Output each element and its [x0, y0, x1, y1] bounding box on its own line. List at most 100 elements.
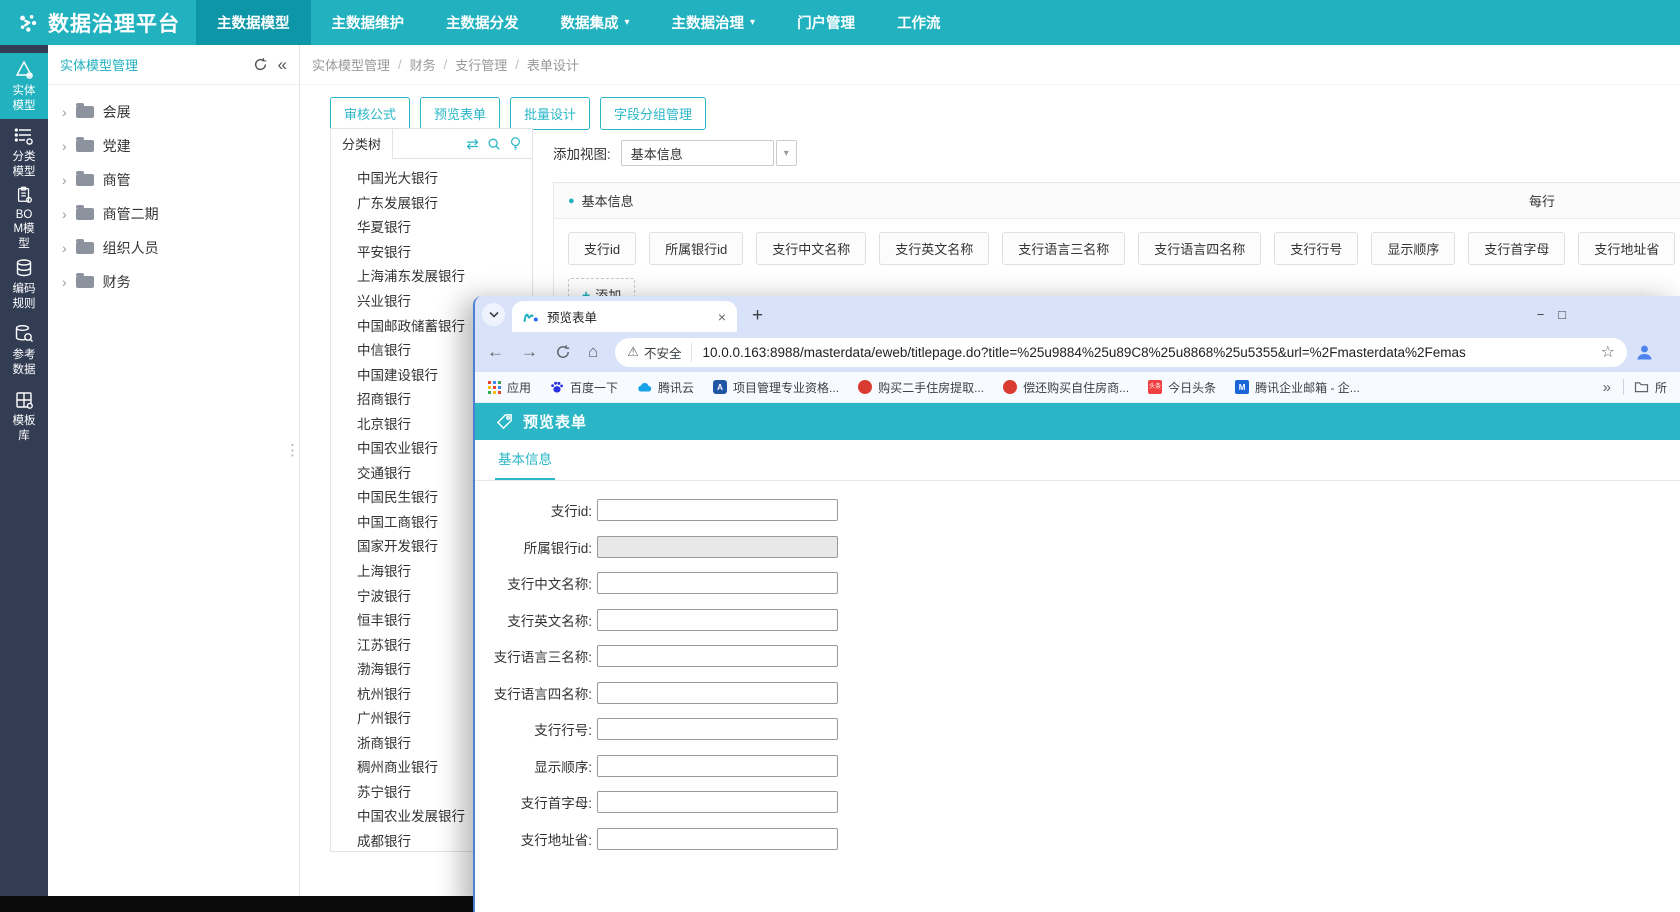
bank-list-item[interactable]: 广东发展银行 — [331, 190, 532, 215]
bookmark-tencent-exmail[interactable]: M 腾讯企业邮箱 - 企... — [1235, 379, 1360, 396]
chevron-right-icon[interactable]: › — [62, 241, 67, 255]
reload-icon[interactable] — [555, 344, 571, 360]
sidebar-item-template-library[interactable]: 模板库 — [0, 383, 48, 449]
sidebar-item-classification-model[interactable]: 分类模型 — [0, 119, 48, 185]
sidebar-item-reference-data[interactable]: 参考数据 — [0, 317, 48, 383]
tree-folder-item[interactable]: › 商管 — [48, 163, 299, 197]
bookmark-toutiao[interactable]: 头条 今日头条 — [1148, 379, 1216, 396]
swap-icon[interactable]: ⇄ — [466, 135, 479, 153]
breadcrumb-item[interactable]: 支行管理 — [455, 55, 507, 74]
bank-list-item[interactable]: 平安银行 — [331, 239, 532, 264]
breadcrumb: 实体模型管理 / 财务 / 支行管理 / 表单设计 / — [300, 45, 1680, 85]
chevron-right-icon[interactable]: › — [62, 139, 67, 153]
sidebar-item-encoding-rules[interactable]: 编码规则 — [0, 251, 48, 317]
field-chip[interactable]: 支行行号 — [1274, 232, 1358, 265]
bookmark-pm-certificate[interactable]: A 项目管理专业资格... — [713, 379, 839, 396]
tab-close-icon[interactable]: × — [718, 309, 726, 325]
tree-folder-item[interactable]: › 组织人员 — [48, 231, 299, 265]
lightbulb-icon[interactable] — [509, 136, 522, 151]
chevron-right-icon[interactable]: › — [62, 275, 67, 289]
field-chip[interactable]: 所属银行id — [649, 232, 743, 265]
chevron-right-icon[interactable]: › — [62, 207, 67, 221]
bank-list-item[interactable]: 华夏银行 — [331, 214, 532, 239]
tencent-cloud-icon — [637, 381, 652, 393]
sidebar-item-bom-model[interactable]: BOM模型 — [0, 185, 48, 251]
form-field-input[interactable] — [597, 572, 838, 594]
bookmark-apps[interactable]: 应用 — [488, 379, 531, 396]
nav-item-master-data-governance[interactable]: 主数据治理▾ — [651, 0, 777, 45]
toolbar-button[interactable]: 字段分组管理 — [600, 97, 706, 130]
back-icon[interactable]: ← — [487, 342, 504, 362]
new-tab-button[interactable]: + — [752, 306, 763, 325]
browser-tab-strip: 预览表单 × + − □ — [475, 296, 1680, 332]
field-chip[interactable]: 显示顺序 — [1371, 232, 1455, 265]
toolbar-button[interactable]: 审核公式 — [330, 97, 410, 130]
view-select[interactable]: 基本信息 ▾ — [621, 140, 797, 166]
browser-tab[interactable]: 预览表单 × — [512, 301, 737, 332]
bank-list-item[interactable]: 上海浦东发展银行 — [331, 263, 532, 288]
bookmark-star-icon[interactable]: ☆ — [1601, 342, 1615, 362]
nav-item-portal-management[interactable]: 门户管理 — [776, 0, 876, 45]
bookmark-housing-fund-1[interactable]: 购买二手住房提取... — [858, 379, 984, 396]
form-field-input[interactable] — [597, 718, 838, 740]
breadcrumb-item[interactable]: 实体模型管理 — [312, 55, 390, 74]
nav-item-workflow[interactable]: 工作流 — [876, 0, 962, 45]
form-field-input[interactable] — [597, 791, 838, 813]
address-bar[interactable]: ⚠ 不安全 10.0.0.163:8988/masterdata/eweb/ti… — [615, 338, 1627, 367]
tree-folder-label: 组织人员 — [103, 238, 159, 258]
chevron-right-icon[interactable]: › — [62, 105, 67, 119]
tree-folder-item[interactable]: › 党建 — [48, 129, 299, 163]
nav-item-master-data-maintenance[interactable]: 主数据维护 — [311, 0, 426, 45]
nav-item-master-data-distribution[interactable]: 主数据分发 — [425, 0, 540, 45]
bookmark-baidu[interactable]: 百度一下 — [550, 379, 618, 396]
chevron-down-icon — [489, 311, 499, 318]
field-chip[interactable]: 支行语言四名称 — [1138, 232, 1261, 265]
toolbar-button[interactable]: 预览表单 — [420, 97, 500, 130]
nav-item-master-data-model[interactable]: 主数据模型 — [196, 0, 311, 45]
tree-folder-item[interactable]: › 会展 — [48, 95, 299, 129]
field-chip[interactable]: 支行id — [568, 232, 636, 265]
form-field-input[interactable] — [597, 828, 838, 850]
bookmark-folder[interactable]: 所 — [1634, 379, 1667, 396]
forward-icon[interactable]: → — [521, 342, 538, 362]
classification-tree-tab[interactable]: 分类树 — [331, 129, 393, 159]
chevron-right-icon[interactable]: › — [62, 173, 67, 187]
bookmarks-overflow-icon[interactable]: » — [1603, 379, 1611, 396]
tree-folder-item[interactable]: › 财务 — [48, 265, 299, 299]
profile-avatar-icon[interactable] — [1635, 343, 1654, 362]
sidebar-item-entity-model[interactable]: 实体模型 — [0, 53, 48, 119]
tree-folder-item[interactable]: › 商管二期 — [48, 197, 299, 231]
field-chip[interactable]: 支行首字母 — [1468, 232, 1565, 265]
form-field-input[interactable] — [597, 499, 838, 521]
form-field-input[interactable] — [597, 682, 838, 704]
refresh-icon[interactable] — [253, 57, 268, 72]
select-caret-icon[interactable]: ▾ — [776, 140, 797, 166]
breadcrumb-item[interactable]: 财务 — [410, 55, 436, 74]
breadcrumb-item[interactable]: 表单设计 — [527, 55, 579, 74]
tab-search-chevron-button[interactable] — [482, 303, 505, 326]
toolbar-button[interactable]: 批量设计 — [510, 97, 590, 130]
url-text[interactable]: 10.0.0.163:8988/masterdata/eweb/titlepag… — [702, 345, 1592, 360]
form-field-input[interactable] — [597, 536, 838, 558]
field-chip[interactable]: 支行英文名称 — [879, 232, 989, 265]
preview-form: 支行id: 所属银行id: 支行中文名称: 支行英文名称: — [475, 481, 1680, 857]
search-icon[interactable] — [487, 137, 501, 151]
collapse-panel-icon[interactable]: « — [278, 56, 287, 73]
nav-item-data-integration[interactable]: 数据集成▾ — [540, 0, 651, 45]
bookmark-tencent-cloud[interactable]: 腾讯云 — [637, 379, 694, 396]
bookmark-housing-fund-2[interactable]: 偿还购买自住房商... — [1003, 379, 1129, 396]
field-chip[interactable]: 支行地址省 — [1578, 232, 1675, 265]
form-field-input[interactable] — [597, 645, 838, 667]
tab-basic-info[interactable]: 基本信息 — [495, 448, 555, 480]
panel-resize-handle[interactable]: ⋮ — [285, 446, 300, 455]
home-icon[interactable]: ⌂ — [588, 342, 598, 362]
view-select-value[interactable]: 基本信息 — [621, 140, 774, 166]
form-field-input[interactable] — [597, 755, 838, 777]
field-chip[interactable]: 支行语言三名称 — [1002, 232, 1125, 265]
bank-list-item[interactable]: 中国光大银行 — [331, 165, 532, 190]
field-chip[interactable]: 支行中文名称 — [756, 232, 866, 265]
form-field-input[interactable] — [597, 609, 838, 631]
window-minimize-button[interactable]: − — [1519, 296, 1562, 332]
window-maximize-button[interactable]: □ — [1562, 296, 1680, 332]
site-security-chip[interactable]: ⚠ 不安全 — [627, 343, 692, 362]
